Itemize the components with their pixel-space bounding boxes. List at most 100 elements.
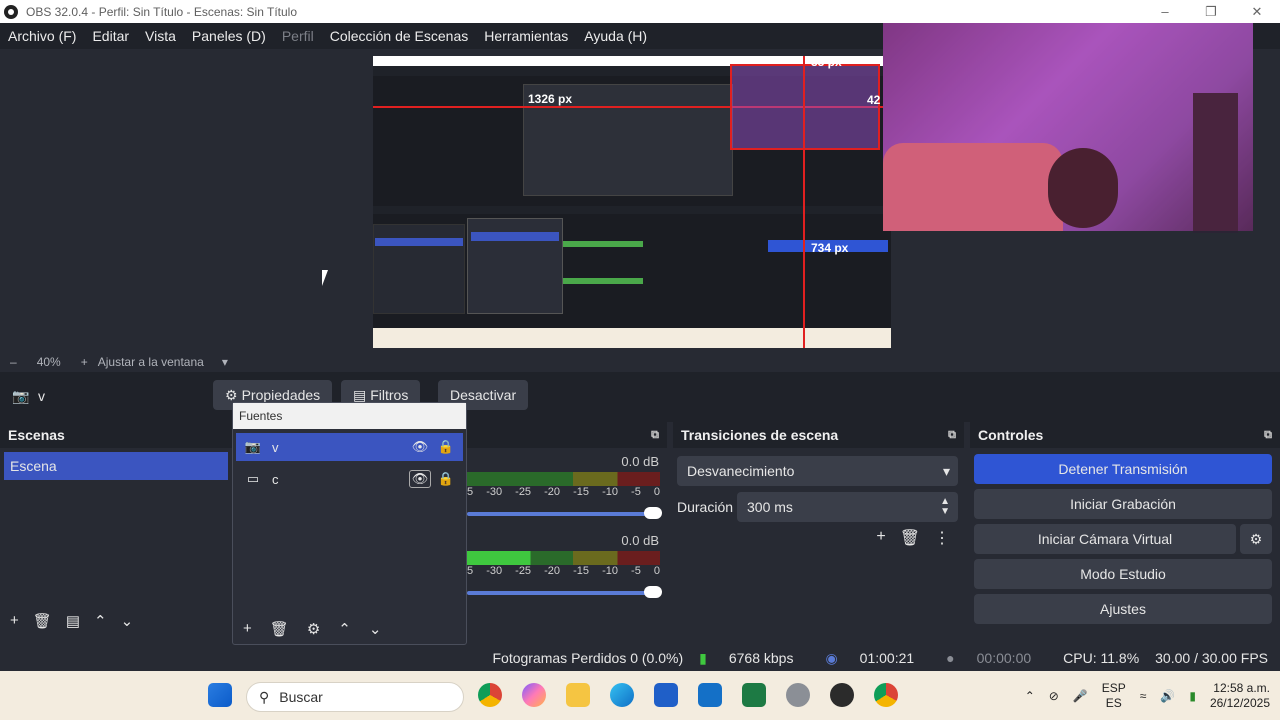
network-off-icon[interactable]: ⊘ xyxy=(1049,689,1059,703)
virtual-camera-button[interactable]: Iniciar Cámara Virtual xyxy=(974,524,1236,554)
trash-icon[interactable]: 🗑 xyxy=(270,620,289,638)
measure-left-label: 1326 px xyxy=(528,92,573,106)
wifi-icon[interactable]: ≈ xyxy=(1140,689,1147,703)
sources-popup-title[interactable]: Fuentes xyxy=(233,403,466,429)
chevron-up-icon[interactable]: ⌃ xyxy=(1025,689,1035,703)
float-icon[interactable]: ⧉ xyxy=(651,429,659,442)
clock[interactable]: 12:58 a.m. 26/12/2025 xyxy=(1210,681,1270,711)
studio-mode-button[interactable]: Modo Estudio xyxy=(974,559,1272,589)
file-explorer-icon[interactable] xyxy=(566,683,590,707)
virtual-camera-settings-icon[interactable]: ⚙ xyxy=(1240,524,1272,554)
menu-paneles[interactable]: Paneles (D) xyxy=(184,28,274,44)
add-icon[interactable]: + xyxy=(10,612,19,630)
down-arrow-icon[interactable]: ⌄ xyxy=(369,620,382,638)
properties-label: Propiedades xyxy=(241,387,321,403)
scenes-dock: Escenas Escena + 🗑 ▤ ⌃ ⌄ xyxy=(0,422,232,636)
duration-spinbox[interactable]: 300 ms ▲ ▼ xyxy=(737,492,958,522)
up-arrow-icon[interactable]: ⌃ xyxy=(338,620,351,638)
deactivate-label: Desactivar xyxy=(450,387,517,403)
settings-button[interactable]: Ajustes xyxy=(974,594,1272,624)
language-indicator[interactable]: ESP ES xyxy=(1102,681,1126,711)
zoom-in-icon[interactable]: + xyxy=(81,355,88,369)
spin-arrows-icon: ▲ ▼ xyxy=(940,496,950,517)
outlook-icon[interactable] xyxy=(698,683,722,707)
float-icon[interactable]: ⧉ xyxy=(1264,429,1272,442)
zoom-out-icon[interactable]: – xyxy=(10,355,17,369)
audio-meter-2 xyxy=(467,551,660,565)
clock-time: 12:58 a.m. xyxy=(1213,680,1270,695)
excel-icon[interactable] xyxy=(742,683,766,707)
menu-editar[interactable]: Editar xyxy=(84,28,137,44)
menu-herramientas[interactable]: Herramientas xyxy=(476,28,576,44)
gear-icon: ⚙ xyxy=(225,386,238,403)
lock-icon[interactable]: 🔒 xyxy=(435,471,457,487)
camera-icon: 📷 xyxy=(12,388,30,404)
scene-item[interactable]: Escena xyxy=(4,452,228,480)
chrome-icon[interactable] xyxy=(874,683,898,707)
minimize-icon[interactable]: – xyxy=(1142,0,1188,23)
eye-icon[interactable]: 👁 xyxy=(409,439,431,455)
chrome-icon[interactable] xyxy=(478,683,502,707)
preview-canvas[interactable]: 1326 px 35 px 42 734 px xyxy=(373,56,891,348)
record-icon: ● xyxy=(946,650,955,666)
obs-app-icon[interactable] xyxy=(830,683,854,707)
source-row-c[interactable]: ▭ c 👁 🔒 xyxy=(236,465,463,493)
fit-window-label[interactable]: Ajustar a la ventana xyxy=(98,355,204,369)
microphone-icon[interactable]: 🎤 xyxy=(1073,689,1088,703)
store-icon[interactable] xyxy=(654,683,678,707)
taskbar-search[interactable]: ⚲ Buscar xyxy=(246,682,464,712)
menu-archivo[interactable]: Archivo (F) xyxy=(0,28,84,44)
chevron-down-icon[interactable]: ▾ xyxy=(222,355,228,369)
up-arrow-icon[interactable]: ⌃ xyxy=(94,612,107,630)
stop-stream-button[interactable]: Detener Transmisión xyxy=(974,454,1272,484)
maximize-icon[interactable]: ❐ xyxy=(1188,0,1234,23)
menu-ayuda[interactable]: Ayuda (H) xyxy=(576,28,655,44)
lang-primary: ESP xyxy=(1101,680,1126,695)
gear-icon[interactable]: ⚙ xyxy=(307,620,320,638)
close-icon[interactable]: ✕ xyxy=(1234,0,1280,23)
volume-slider-1[interactable] xyxy=(467,507,662,519)
more-icon[interactable]: ⋮ xyxy=(934,528,950,548)
mixer-ticks-2: 5 -30 -25 -20 -15 -10 -5 0 xyxy=(467,565,660,577)
copilot-icon[interactable] xyxy=(522,683,546,707)
camera-icon: 📷 xyxy=(244,439,262,454)
chevron-down-icon: ▾ xyxy=(942,462,950,479)
trash-icon[interactable]: 🗑 xyxy=(33,612,52,630)
menu-vista[interactable]: Vista xyxy=(137,28,184,44)
add-icon[interactable]: + xyxy=(876,528,885,548)
eye-icon[interactable]: 👁 xyxy=(409,470,431,488)
menu-perfil[interactable]: Perfil xyxy=(274,28,322,44)
filter-icon[interactable]: ▤ xyxy=(66,612,80,630)
measure-top-label: 35 px xyxy=(811,56,842,69)
duration-value: 300 ms xyxy=(747,499,793,515)
float-icon[interactable]: ⧉ xyxy=(948,429,956,442)
source-row-v[interactable]: 📷 v 👁 🔒 xyxy=(236,433,463,461)
windows-start-icon[interactable] xyxy=(208,683,232,707)
source-label: v xyxy=(272,439,279,455)
bitrate-value: 6768 kbps xyxy=(728,650,794,666)
search-icon: ⚲ xyxy=(259,688,270,705)
start-record-button[interactable]: Iniciar Grabación xyxy=(974,489,1272,519)
measure-right-label: 42 xyxy=(867,93,881,107)
cpu-status: CPU: 11.8% xyxy=(1063,650,1140,666)
lock-icon[interactable]: 🔒 xyxy=(435,439,457,455)
webcam-source[interactable] xyxy=(883,23,1253,233)
sources-popup[interactable]: Fuentes 📷 v 👁 🔒 ▭ c 👁 🔒 + 🗑 ⚙ ⌃ ⌄ xyxy=(232,402,467,645)
menu-coleccion[interactable]: Colección de Escenas xyxy=(322,28,477,44)
trash-icon[interactable]: 🗑 xyxy=(900,528,920,548)
down-arrow-icon[interactable]: ⌄ xyxy=(121,612,134,630)
zoom-bar: – 40% + Ajustar a la ventana ▾ xyxy=(0,352,1280,372)
signal-icon: ▮ xyxy=(699,649,707,666)
zoom-level: 40% xyxy=(36,355,61,369)
rec-time-status: ● 00:00:00 xyxy=(946,650,1047,666)
edge-icon[interactable] xyxy=(610,683,634,707)
window-controls: – ❐ ✕ xyxy=(1142,0,1280,23)
transition-select[interactable]: Desvanecimiento ▾ xyxy=(677,456,958,486)
system-tray: ⌃ ⊘ 🎤 ESP ES ≈ 🔊 ▮ 12:58 a.m. 26/12/2025 xyxy=(1025,671,1270,720)
monitor-icon: ▭ xyxy=(246,471,260,486)
add-icon[interactable]: + xyxy=(243,620,252,638)
volume-slider-2[interactable] xyxy=(467,586,662,598)
volume-icon[interactable]: 🔊 xyxy=(1160,689,1175,703)
settings-app-icon[interactable] xyxy=(786,683,810,707)
battery-icon[interactable]: ▮ xyxy=(1189,689,1196,703)
